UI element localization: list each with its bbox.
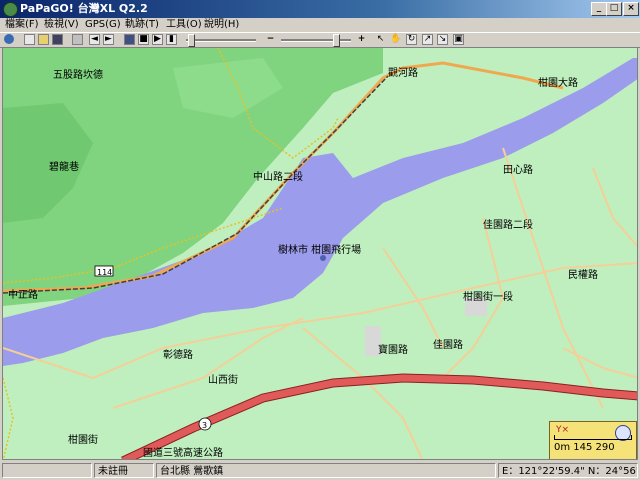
label-jiayuan-road: 佳園路 [433, 338, 463, 351]
play-icon[interactable]: ▶ [152, 34, 163, 45]
menu-tools[interactable]: 工具(O) [166, 18, 202, 32]
zoom-out-icon[interactable]: − [265, 34, 276, 45]
measure-icon[interactable]: ↘ [437, 34, 448, 45]
label-jiayuan-2: 佳園路二段 [483, 218, 533, 231]
status-coordinates: E：121°22'59.4" N：24°56'57.1" [498, 463, 638, 478]
status-empty [2, 463, 92, 478]
pointer-icon[interactable]: ↖ [375, 34, 386, 45]
papago-app-icon[interactable] [3, 2, 18, 17]
track-slider[interactable] [186, 39, 256, 42]
pause-icon[interactable]: ▮ [166, 34, 177, 45]
label-wu-he-lu: 五股路 [53, 68, 83, 81]
scale-bar [554, 435, 632, 440]
app-window: PaPaGO! 台灣XL Q2.2 _ □ × 檔案(F) 檢視(V) GPS(… [0, 0, 640, 480]
label-zhongshan-lu-2: 中山路二段 [253, 170, 303, 183]
save-icon[interactable] [52, 34, 63, 45]
map-view[interactable]: 五股路 中正路 中山路二段 碧龍巷 坎德 觀河路 柑園大路 田心路 佳園路二段 … [2, 47, 638, 460]
route-3-label: 3 [202, 421, 207, 430]
label-ganyuan-da: 柑園大路 [538, 76, 578, 89]
label-tianxin-lu: 田心路 [503, 163, 533, 176]
forward-icon[interactable]: ► [103, 34, 114, 45]
record-icon[interactable] [124, 34, 135, 45]
label-zhongzheng-lu: 中正路 [8, 288, 38, 301]
label-shanxi-jie: 山西街 [208, 373, 238, 386]
menu-bar: 檔案(F) 檢視(V) GPS(G) 軌跡(T) 工具(O) 說明(H) [0, 18, 640, 32]
label-bi-long: 碧龍巷 [49, 160, 79, 173]
label-kan-de: 坎德 [83, 68, 103, 81]
hand-icon[interactable]: ✋ [390, 34, 401, 45]
route-icon[interactable]: ↗ [422, 34, 433, 45]
menu-track[interactable]: 軌跡(T) [125, 18, 159, 32]
stop-icon[interactable]: ■ [138, 34, 149, 45]
label-ganyuan-yi: 柑園街一段 [463, 290, 513, 303]
track-slider-thumb[interactable] [188, 34, 195, 47]
label-baoyuan: 寶園路 [378, 343, 408, 356]
map-canvas[interactable]: 五股路 中正路 中山路二段 碧龍巷 坎德 觀河路 柑園大路 田心路 佳園路二段 … [3, 48, 638, 460]
label-airfield: 樹林市 柑園飛行場 [278, 243, 361, 256]
print-icon[interactable] [72, 34, 83, 45]
toolbar: ◄ ► ■ ▶ ▮ − + ↖ ✋ ↻ ↗ ↘ ▣ [0, 32, 640, 48]
scale-text: 0m 145 290 [554, 442, 615, 453]
scale-panel: Y× 0m 145 290 [549, 421, 637, 459]
label-minquan-lu: 民權路 [568, 268, 598, 281]
label-guandu-lu: 觀河路 [388, 66, 418, 79]
back-icon[interactable]: ◄ [89, 34, 100, 45]
status-registration: 未註冊 [94, 463, 154, 478]
menu-help[interactable]: 說明(H) [204, 18, 239, 32]
menu-file[interactable]: 檔案(F) [5, 18, 39, 32]
minimize-button[interactable]: _ [591, 2, 607, 16]
menu-gps[interactable]: GPS(G) [85, 18, 121, 32]
status-location: 台北縣 鶯歌鎮 [156, 463, 496, 478]
label-ganyuan-jie: 柑園街 [68, 433, 98, 446]
window-title: PaPaGO! 台灣XL Q2.2 [20, 2, 148, 15]
label-zhangde: 彰德路 [163, 348, 193, 361]
route-114-label: 114 [97, 268, 112, 277]
zoom-in-icon[interactable]: + [356, 34, 367, 45]
menu-view[interactable]: 檢視(V) [44, 18, 79, 32]
open-icon[interactable] [38, 34, 49, 45]
gps-signal-icon: Y× [556, 425, 570, 435]
globe-icon[interactable] [4, 34, 14, 44]
fullscreen-icon[interactable]: ▣ [453, 34, 464, 45]
title-bar[interactable]: PaPaGO! 台灣XL Q2.2 _ □ × [0, 0, 640, 18]
zoom-slider[interactable] [281, 39, 351, 42]
close-button[interactable]: × [623, 2, 639, 16]
label-highway: 國道三號高速公路 [143, 446, 223, 459]
status-bar: 未註冊 台北縣 鶯歌鎮 E：121°22'59.4" N：24°56'57.1" [0, 461, 640, 480]
rotate-icon[interactable]: ↻ [406, 34, 417, 45]
zoom-slider-thumb[interactable] [333, 34, 340, 47]
maximize-button[interactable]: □ [606, 2, 622, 16]
new-icon[interactable] [24, 34, 35, 45]
